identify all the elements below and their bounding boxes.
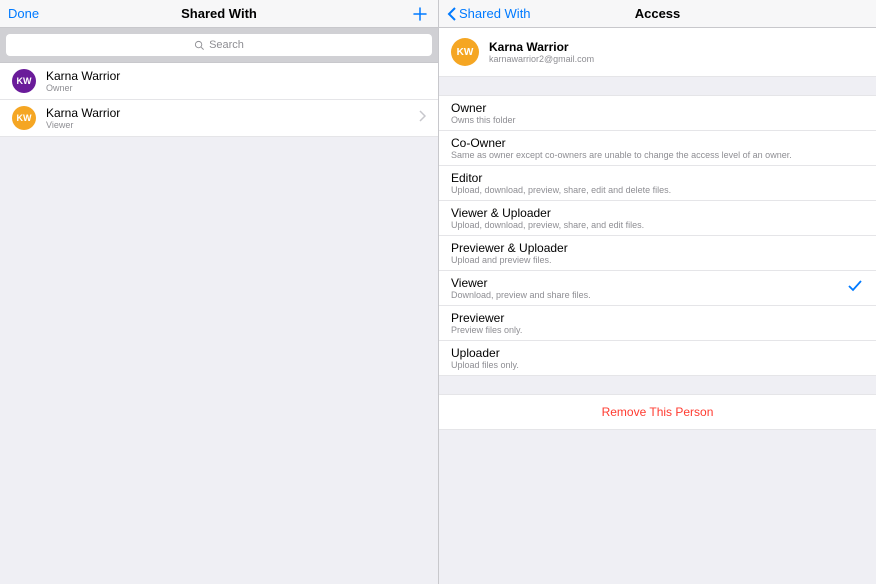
option-title: Viewer [451,276,864,290]
option-desc: Owns this folder [451,115,864,125]
search-icon [194,40,205,51]
option-title: Co-Owner [451,136,864,150]
avatar: KW [451,38,479,66]
person-row[interactable]: KW Karna Warrior Viewer [0,100,438,137]
user-name: Karna Warrior [489,40,594,54]
person-name: Karna Warrior [46,106,120,120]
avatar: KW [12,106,36,130]
chevron-left-icon [447,7,457,21]
search-bar: Search [0,28,438,63]
user-email: karnawarrior2@gmail.com [489,54,594,64]
right-pane: Shared With Access KW Karna Warrior karn… [438,0,876,584]
option-desc: Upload and preview files. [451,255,864,265]
access-option-uploader[interactable]: Uploader Upload files only. [439,341,876,375]
access-options: Owner Owns this folder Co-Owner Same as … [439,95,876,376]
option-title: Owner [451,101,864,115]
app-root: Done Shared With Search KW Karna Warrior… [0,0,876,584]
person-info: Karna Warrior Viewer [46,106,120,130]
option-desc: Preview files only. [451,325,864,335]
plus-icon [412,6,428,22]
search-placeholder: Search [209,39,244,51]
remove-person-button[interactable]: Remove This Person [439,395,876,429]
access-option-previewer[interactable]: Previewer Preview files only. [439,306,876,341]
right-nav-title: Access [635,6,681,21]
people-list: KW Karna Warrior Owner KW Karna Warrior … [0,63,438,137]
option-desc: Upload, download, preview, share, edit a… [451,185,864,195]
remove-section: Remove This Person [439,394,876,430]
left-nav: Done Shared With [0,0,438,28]
person-row[interactable]: KW Karna Warrior Owner [0,63,438,100]
option-desc: Upload files only. [451,360,864,370]
access-option-previewer-uploader[interactable]: Previewer & Uploader Upload and preview … [439,236,876,271]
option-title: Uploader [451,346,864,360]
person-name: Karna Warrior [46,69,120,83]
avatar: KW [12,69,36,93]
back-label: Shared With [459,6,531,21]
access-option-editor[interactable]: Editor Upload, download, preview, share,… [439,166,876,201]
checkmark-icon [848,279,862,297]
option-desc: Upload, download, preview, share, and ed… [451,220,864,230]
option-desc: Same as owner except co-owners are unabl… [451,150,864,160]
option-title: Previewer & Uploader [451,241,864,255]
left-pane: Done Shared With Search KW Karna Warrior… [0,0,438,584]
back-button[interactable]: Shared With [447,6,531,21]
add-button[interactable] [412,6,428,22]
person-role: Viewer [46,120,120,130]
user-header: KW Karna Warrior karnawarrior2@gmail.com [439,28,876,77]
person-role: Owner [46,83,120,93]
access-option-coowner[interactable]: Co-Owner Same as owner except co-owners … [439,131,876,166]
option-title: Viewer & Uploader [451,206,864,220]
done-button[interactable]: Done [8,6,39,21]
option-title: Previewer [451,311,864,325]
access-option-viewer-uploader[interactable]: Viewer & Uploader Upload, download, prev… [439,201,876,236]
option-desc: Download, preview and share files. [451,290,864,300]
right-nav: Shared With Access [439,0,876,28]
user-info: Karna Warrior karnawarrior2@gmail.com [489,40,594,64]
chevron-right-icon [418,109,426,127]
search-input[interactable]: Search [6,34,432,56]
left-nav-title: Shared With [181,6,257,21]
access-option-viewer[interactable]: Viewer Download, preview and share files… [439,271,876,306]
option-title: Editor [451,171,864,185]
access-option-owner[interactable]: Owner Owns this folder [439,96,876,131]
person-info: Karna Warrior Owner [46,69,120,93]
